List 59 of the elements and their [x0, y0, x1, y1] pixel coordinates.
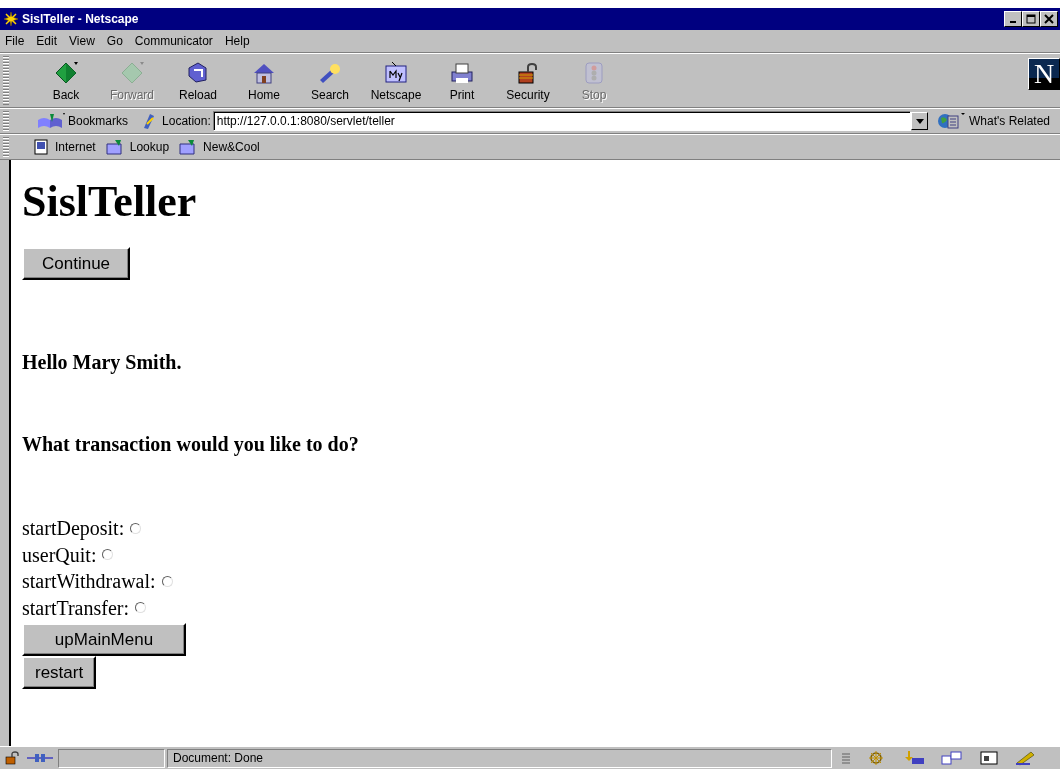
menu-item[interactable]: Communicator	[134, 34, 213, 48]
radio-button[interactable]	[161, 575, 173, 587]
book-icon	[36, 112, 66, 130]
main-menu-button[interactable]: upMainMenu	[22, 623, 186, 656]
whats-related-button[interactable]: What's Related	[937, 112, 1060, 130]
toolbar-grip[interactable]	[3, 137, 9, 157]
bookmark-link[interactable]: Lookup	[105, 139, 170, 155]
page-heading: SislTeller	[22, 177, 198, 227]
app-icon	[3, 11, 19, 27]
folder-icon	[105, 139, 124, 155]
close-button[interactable]	[1040, 11, 1058, 27]
continue-button[interactable]: Continue	[22, 247, 131, 280]
search-button[interactable]: Search	[299, 59, 361, 102]
minimize-icon	[1010, 21, 1016, 23]
padlock-icon[interactable]	[4, 751, 20, 765]
my-page-icon	[382, 59, 410, 86]
radio-button[interactable]	[102, 549, 114, 561]
toolbar-grip[interactable]	[3, 111, 9, 131]
option-label: startDeposit:	[22, 516, 125, 542]
location-label: Location:	[162, 114, 211, 128]
radio-button[interactable]	[130, 522, 142, 534]
discussion-icon[interactable]	[940, 750, 964, 766]
option-label: startWithdrawal:	[22, 569, 156, 594]
bookmark-link[interactable]: Internet	[33, 139, 96, 155]
print-button[interactable]: Print	[431, 59, 493, 102]
menu-item[interactable]: View	[69, 34, 95, 48]
close-icon	[1043, 14, 1055, 24]
option-label: startTransfer:	[22, 595, 130, 621]
reload-button[interactable]: Reload	[167, 59, 229, 102]
caret-icon	[915, 118, 924, 124]
menu-item[interactable]: Go	[106, 34, 123, 48]
window-title: SislTeller - Netscape	[22, 12, 139, 26]
menu-item[interactable]: Edit	[36, 34, 58, 48]
url-field[interactable]: http://127.0.0.1:8080/servlet/teller	[212, 111, 911, 131]
maximize-icon	[1025, 14, 1037, 24]
bookmark-link[interactable]: New&Cool	[179, 139, 260, 155]
greeting-text: Hello Mary Smith.	[22, 351, 183, 374]
radio-button[interactable]	[135, 602, 147, 614]
security-button[interactable]: Security	[497, 59, 559, 102]
folder-icon	[179, 139, 198, 155]
maximize-button[interactable]	[1022, 11, 1040, 27]
menu-item[interactable]: Help	[224, 34, 250, 48]
minimize-button[interactable]	[1004, 11, 1022, 27]
question-text: What transaction would you like to do?	[22, 433, 360, 456]
back-button[interactable]: Back	[35, 59, 97, 102]
restart-button[interactable]: restart	[22, 656, 97, 689]
address-book-icon[interactable]	[978, 750, 1000, 766]
home-button[interactable]: Home	[233, 59, 295, 102]
menu-item[interactable]: File	[5, 34, 25, 48]
status-text: Document: Done	[173, 751, 264, 765]
toolbar-grip[interactable]	[3, 56, 9, 105]
option-label: userQuit:	[22, 542, 97, 568]
page-icon	[33, 139, 49, 155]
netscape-button[interactable]: Netscape	[365, 59, 427, 102]
globe-icon	[937, 112, 967, 130]
logo[interactable]: N	[1028, 58, 1060, 90]
bookmarks-button[interactable]: Bookmarks	[18, 112, 129, 130]
dropdown-button[interactable]	[911, 112, 928, 130]
plug-icon[interactable]	[26, 752, 54, 764]
